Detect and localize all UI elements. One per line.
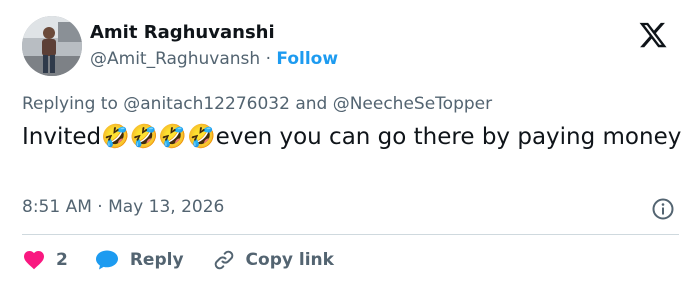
mention-link-1[interactable]: @anitach12276032 (123, 94, 290, 114)
heart-icon (24, 251, 44, 270)
divider (22, 234, 679, 235)
tweet-text: Invited🤣🤣🤣🤣even you can go there by payi… (22, 124, 682, 150)
action-bar: 2 Reply Copy link (22, 246, 334, 274)
like-count: 2 (56, 250, 68, 270)
x-logo-icon[interactable] (638, 20, 668, 50)
like-button[interactable]: 2 (22, 248, 68, 272)
speech-bubble-icon (95, 250, 118, 270)
person-photo (22, 16, 82, 76)
avatar[interactable] (22, 16, 82, 76)
replying-prefix: Replying to (22, 94, 118, 114)
author-handle-line: @Amit_Raghuvansh · Follow (90, 49, 338, 69)
replying-to-line: Replying to @anitach12276032 and @Neeche… (22, 94, 492, 114)
reply-label: Reply (129, 250, 184, 270)
copy-link-button[interactable]: Copy link (212, 248, 334, 272)
copy-link-label: Copy link (245, 250, 334, 270)
link-icon (214, 250, 233, 270)
info-icon[interactable] (651, 197, 675, 221)
follow-button[interactable]: Follow (276, 49, 338, 69)
mention-link-2[interactable]: @NeecheSeTopper (333, 94, 492, 114)
author-handle[interactable]: @Amit_Raghuvansh (90, 49, 260, 69)
reply-button[interactable]: Reply (94, 248, 184, 272)
author-name[interactable]: Amit Raghuvanshi (90, 22, 275, 43)
and-word: and (295, 94, 328, 114)
separator-dot: · (265, 49, 271, 69)
tweet-timestamp[interactable]: 8:51 AM · May 13, 2026 (22, 197, 224, 217)
